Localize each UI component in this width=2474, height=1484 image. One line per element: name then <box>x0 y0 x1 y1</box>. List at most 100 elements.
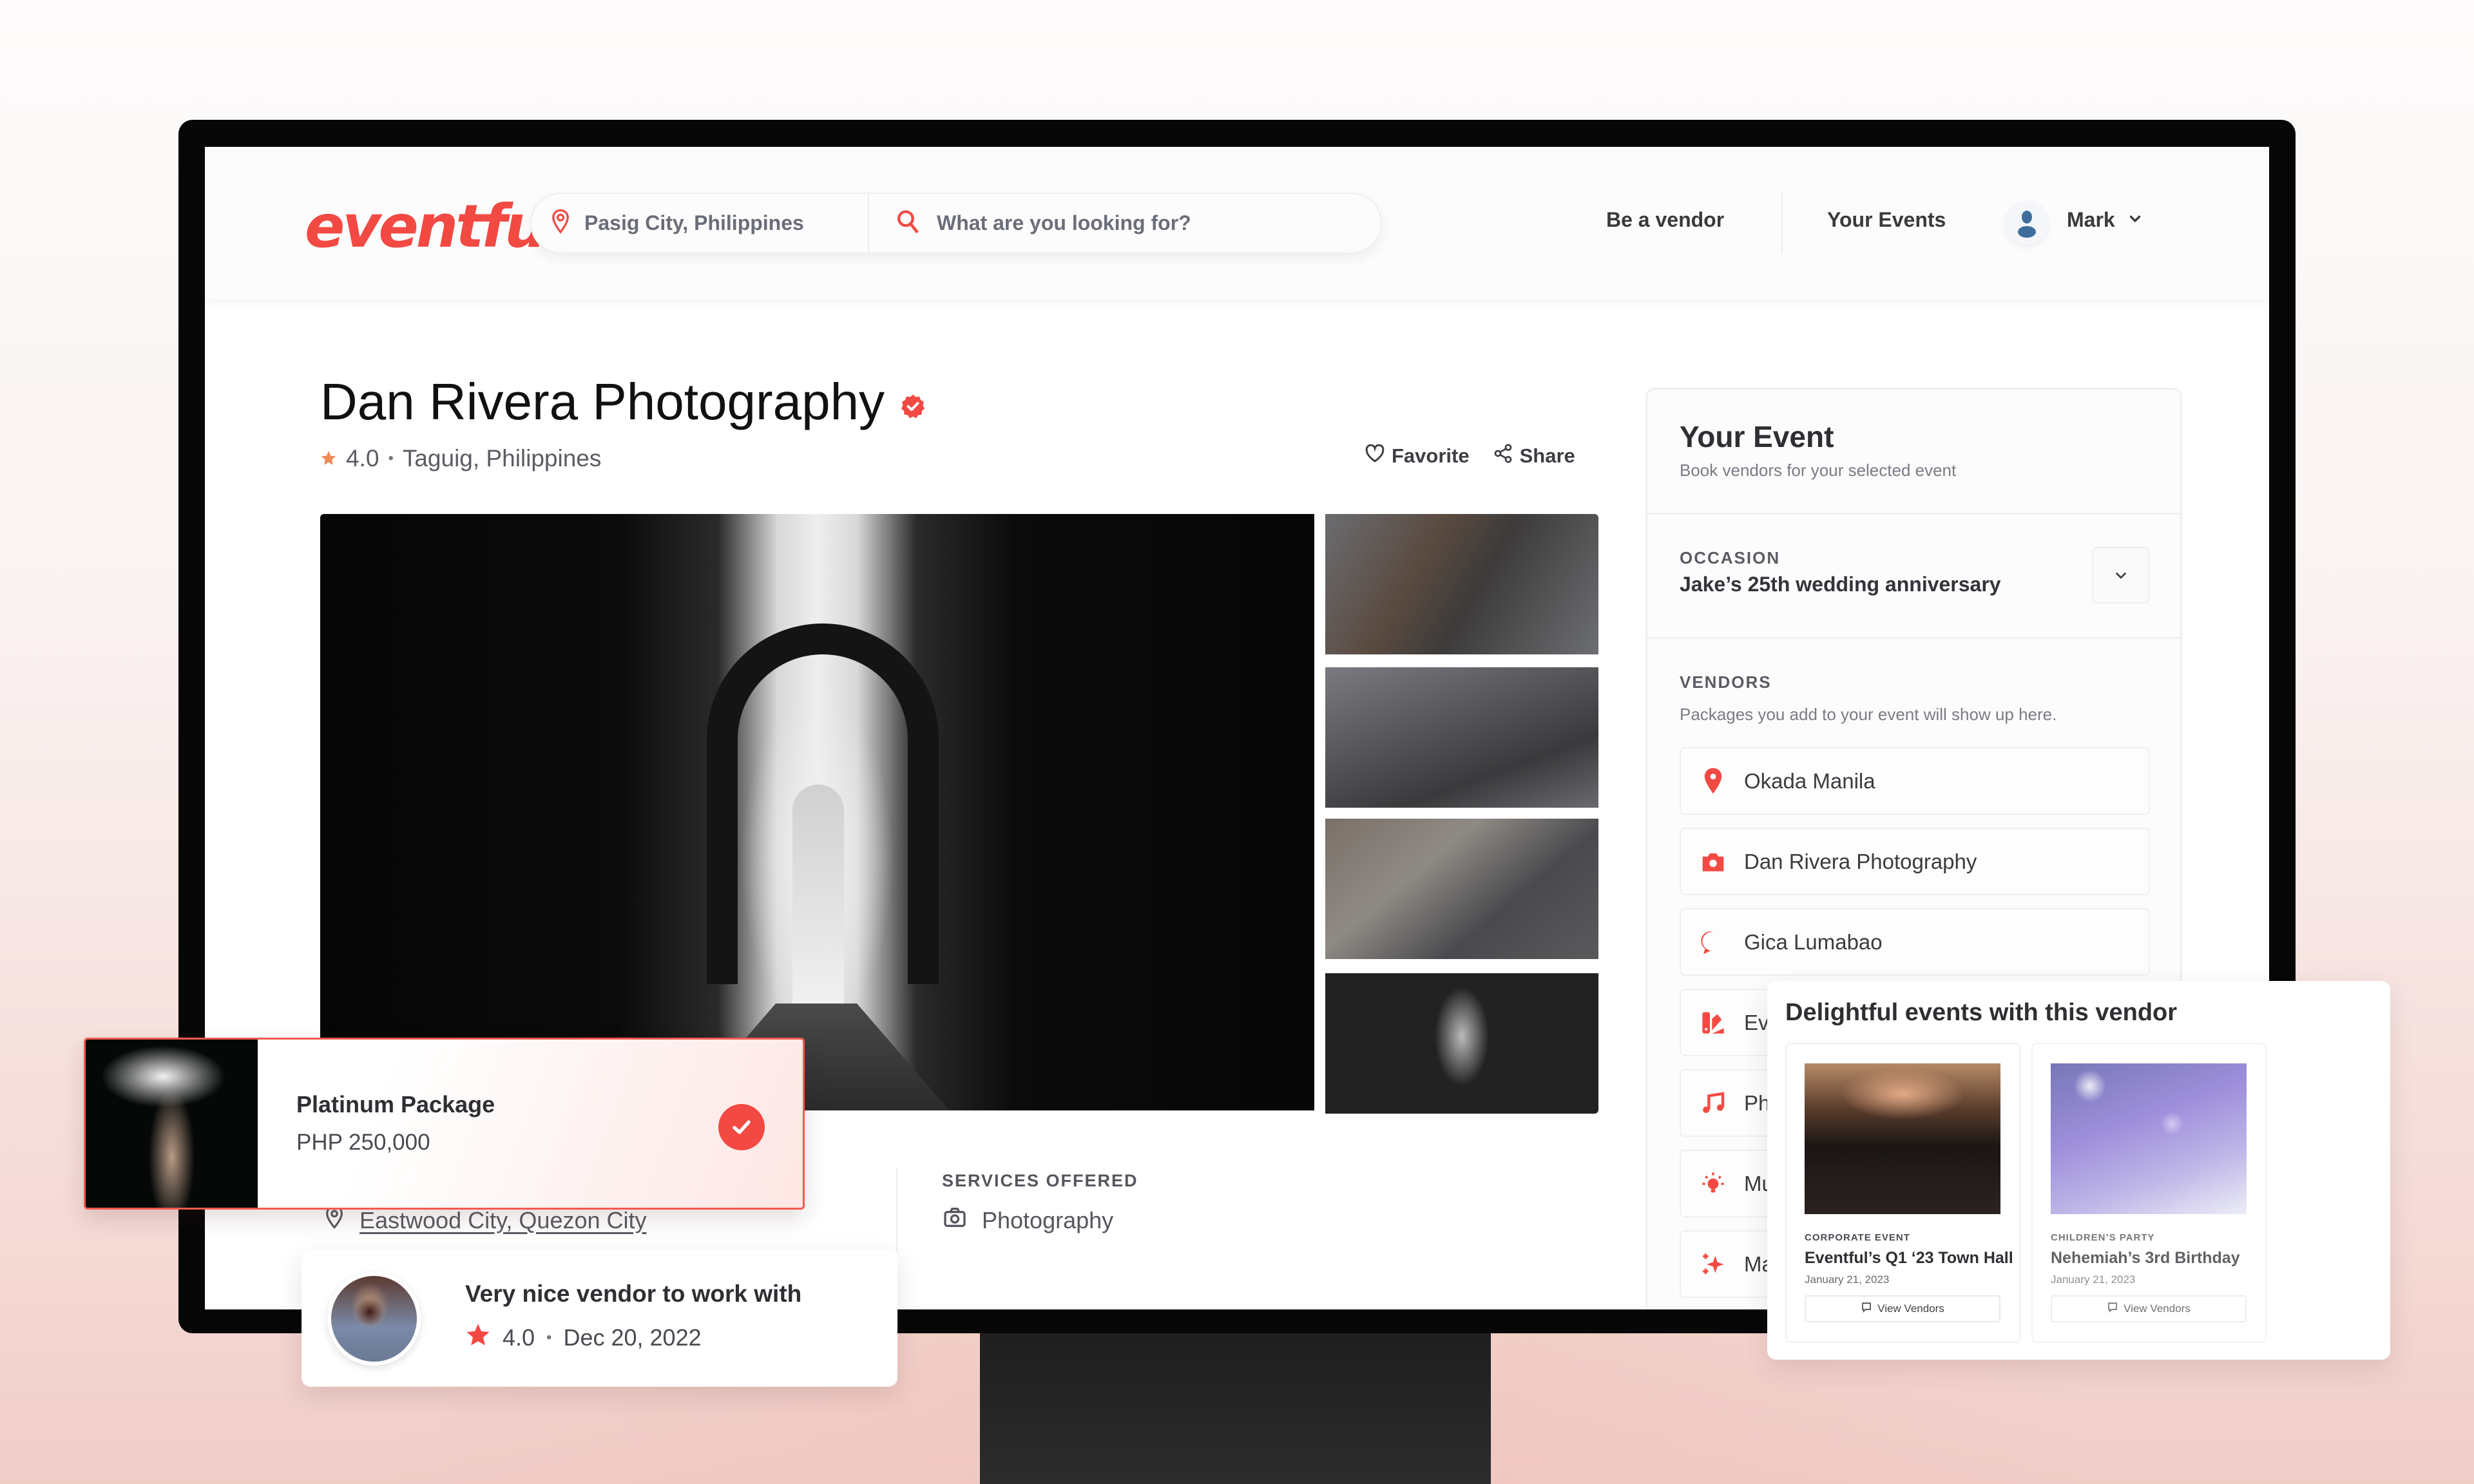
chevron-down-icon[interactable] <box>2127 209 2143 231</box>
vendor-list-name: Dan Rivera Photography <box>1744 849 1977 873</box>
vendor-actions: Favorite Share <box>1365 443 1575 469</box>
separator-dot: • <box>388 450 394 467</box>
favorite-button[interactable]: Favorite <box>1365 443 1470 469</box>
vendor-rating: 4.0 <box>346 445 379 471</box>
location-value: Pasig City, Philippines <box>584 211 804 234</box>
review-card: Very nice vendor to work with 4.0 • Dec … <box>302 1250 897 1387</box>
review-meta: 4.0 • Dec 20, 2022 <box>465 1322 702 1353</box>
search-icon <box>896 209 920 238</box>
event-date: January 21, 2023 <box>2051 1273 2136 1286</box>
vendor-title-row: Dan Rivera Photography <box>320 372 926 432</box>
selected-check-icon[interactable] <box>718 1104 765 1150</box>
search-input[interactable] <box>937 211 1349 235</box>
chevron-down-icon <box>2116 572 2126 579</box>
eventful-logo[interactable]: eventful <box>305 192 564 261</box>
sparkle-icon <box>1699 1250 1727 1279</box>
user-icon <box>2018 211 2036 238</box>
your-events-link[interactable]: Your Events <box>1827 208 1946 232</box>
view-vendors-button[interactable]: View Vendors <box>2051 1295 2247 1322</box>
event-date: January 21, 2023 <box>1805 1273 1890 1286</box>
search-divider <box>868 194 869 252</box>
event-image <box>2051 1063 2247 1214</box>
service-name: Photography <box>982 1206 1114 1233</box>
star-icon <box>465 1322 491 1353</box>
camera-icon <box>942 1204 968 1236</box>
services-offered-label: SERVICES OFFERED <box>942 1171 1138 1190</box>
event-category: CHILDREN’S PARTY <box>2051 1232 2155 1243</box>
info-divider <box>896 1168 897 1251</box>
vendor-list-name: Okada Manila <box>1744 768 1875 793</box>
review-date: Dec 20, 2022 <box>563 1324 702 1351</box>
package-card[interactable]: Platinum Package PHP 250,000 <box>84 1038 805 1210</box>
package-image <box>86 1040 258 1208</box>
your-event-title: Your Event <box>1680 420 1834 453</box>
chat-bubble-icon <box>1699 928 1727 956</box>
location-pin-icon <box>551 208 570 238</box>
events-with-vendor-title: Delightful events with this vendor <box>1785 999 2178 1026</box>
scroll-fade-overlay <box>2281 981 2390 1360</box>
your-event-header: Your Event Book vendors for your selecte… <box>1647 390 2180 515</box>
reviewer-avatar <box>327 1272 421 1365</box>
lightbulb-icon <box>1699 1170 1727 1198</box>
package-name: Platinum Package <box>296 1091 495 1118</box>
music-note-icon <box>1699 1089 1727 1118</box>
heart-icon <box>1365 444 1385 468</box>
message-icon <box>2107 1302 2118 1317</box>
event-category: CORPORATE EVENT <box>1805 1232 1910 1243</box>
service-item: Photography <box>942 1204 1113 1236</box>
address-link[interactable]: Eastwood City, Quezon City <box>360 1207 647 1234</box>
vendor-location: Taguig, Philippines <box>402 445 602 471</box>
monitor-stand <box>980 1327 1491 1484</box>
share-button[interactable]: Share <box>1493 443 1575 469</box>
occasion-dropdown-button[interactable] <box>2092 547 2150 604</box>
location-selector[interactable]: Pasig City, Philippines <box>551 194 804 252</box>
view-vendors-label: View Vendors <box>1877 1302 1944 1315</box>
share-icon <box>1493 443 1513 469</box>
main-gallery-photo[interactable] <box>320 514 1314 1110</box>
location-pin-icon <box>1699 767 1727 795</box>
vendor-list-name: Ph <box>1744 1090 1770 1115</box>
top-navbar: eventful Pasig City, Philippines Be a ve… <box>205 147 2269 300</box>
verified-badge-icon <box>900 372 926 432</box>
separator-dot: • <box>546 1328 552 1346</box>
user-avatar[interactable] <box>2005 201 2049 245</box>
event-name: Eventful’s Q1 ‘23 Town Hall <box>1805 1249 2013 1267</box>
be-a-vendor-link[interactable]: Be a vendor <box>1606 208 1724 232</box>
nav-divider <box>1781 192 1783 253</box>
events-with-vendor-card: Delightful events with this vendor CORPO… <box>1767 981 2390 1360</box>
vendors-description: Packages you add to your event will show… <box>1680 705 2057 724</box>
event-name: Nehemiah’s 3rd Birthday <box>2051 1249 2240 1267</box>
occasion-value[interactable]: Jake’s 25th wedding anniversary <box>1680 573 2001 596</box>
event-image <box>1805 1063 2000 1214</box>
event-card[interactable]: CHILDREN’S PARTY Nehemiah’s 3rd Birthday… <box>2031 1043 2267 1343</box>
package-price: PHP 250,000 <box>296 1130 430 1155</box>
gallery-thumbnail[interactable] <box>1325 819 1598 959</box>
your-event-subtitle: Book vendors for your selected event <box>1680 461 1957 480</box>
search-field[interactable] <box>896 194 1349 252</box>
vendor-list-name: Gica Lumabao <box>1744 929 1883 954</box>
gallery-thumbnail[interactable] <box>1325 514 1598 654</box>
search-bar: Pasig City, Philippines <box>530 193 1382 254</box>
favorite-label: Favorite <box>1392 444 1470 467</box>
swatch-icon <box>1699 1009 1727 1037</box>
user-menu-name[interactable]: Mark <box>2067 208 2115 232</box>
event-card[interactable]: CORPORATE EVENT Eventful’s Q1 ‘23 Town H… <box>1785 1043 2020 1343</box>
vendor-list-item[interactable]: Okada Manila <box>1680 747 2150 815</box>
vendor-list-item[interactable]: Gica Lumabao <box>1680 908 2150 976</box>
review-rating: 4.0 <box>503 1324 535 1351</box>
occasion-label: OCCASION <box>1680 548 1781 567</box>
share-label: Share <box>1519 444 1575 467</box>
vendor-list-name: Ev <box>1744 1010 1769 1034</box>
message-icon <box>1861 1302 1872 1317</box>
occasion-section: OCCASION Jake’s 25th wedding anniversary <box>1647 515 2180 639</box>
photo-bride-shape <box>792 785 844 1029</box>
gallery-thumbnail[interactable] <box>1325 667 1598 808</box>
vendor-list-item[interactable]: Dan Rivera Photography <box>1680 828 2150 895</box>
vendors-label: VENDORS <box>1680 672 1772 692</box>
vendor-name: Dan Rivera Photography <box>320 373 885 430</box>
gallery-thumbnail[interactable] <box>1325 973 1598 1114</box>
camera-icon <box>1699 848 1727 876</box>
view-vendors-label: View Vendors <box>2124 1302 2191 1315</box>
view-vendors-button[interactable]: View Vendors <box>1805 1295 2000 1322</box>
review-text: Very nice vendor to work with <box>465 1280 802 1307</box>
